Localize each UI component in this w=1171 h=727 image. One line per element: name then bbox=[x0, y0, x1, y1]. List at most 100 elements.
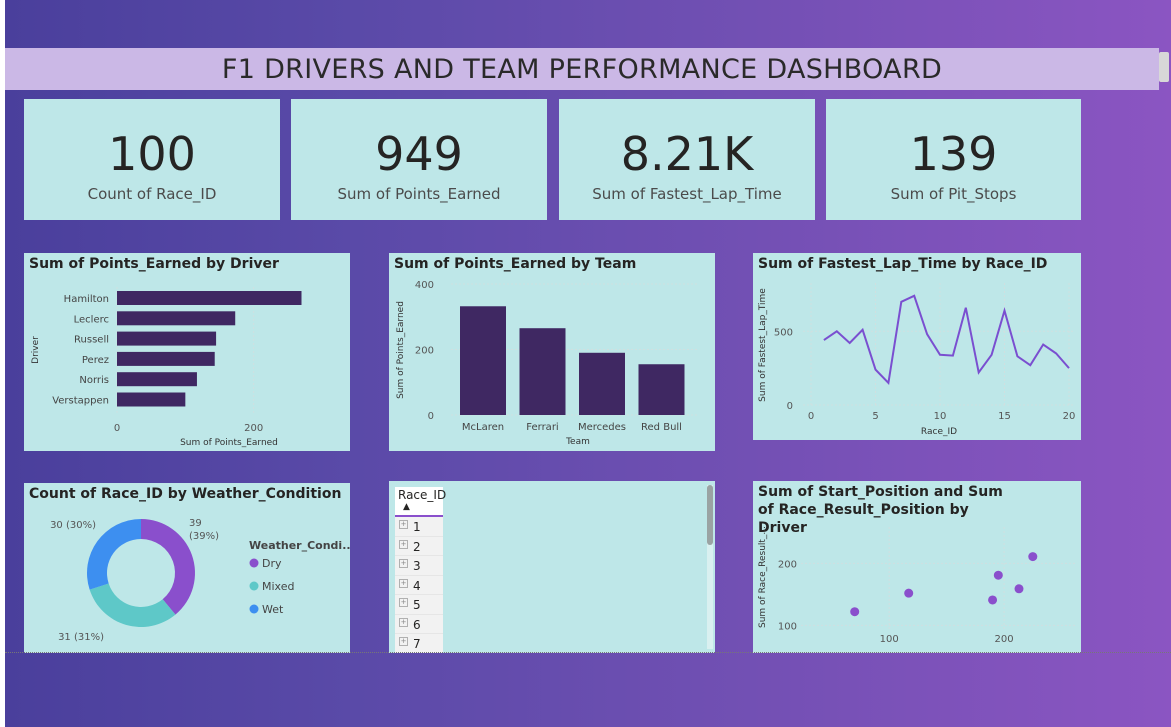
table-cell: 2 bbox=[413, 539, 421, 554]
table-cell: 7 bbox=[413, 637, 421, 651]
x-tick-label: 0 bbox=[808, 411, 814, 422]
table-header-label: Race_ID bbox=[398, 488, 447, 502]
kpi-value: 100 bbox=[108, 127, 196, 181]
kpi-value: 8.21K bbox=[620, 127, 754, 181]
category-label: Norris bbox=[79, 375, 109, 386]
scatter-point bbox=[993, 570, 1003, 580]
table-header[interactable]: Race_ID ▲ bbox=[395, 487, 447, 517]
bar bbox=[117, 351, 215, 366]
bar bbox=[519, 328, 566, 415]
kpi-card-race-count[interactable]: 100 Count of Race_ID bbox=[24, 99, 280, 220]
kpi-card-pit-stops-sum[interactable]: 139 Sum of Pit_Stops bbox=[826, 99, 1081, 220]
table-cell: 4 bbox=[413, 578, 421, 593]
table-row[interactable]: +1 bbox=[395, 517, 443, 537]
legend-marker bbox=[249, 558, 259, 568]
x-tick-label: 10 bbox=[934, 411, 947, 422]
category-label: Perez bbox=[82, 355, 109, 366]
category-label: Mercedes bbox=[578, 422, 626, 433]
kpi-value: 949 bbox=[375, 127, 463, 181]
title-banner: F1 DRIVERS AND TEAM PERFORMANCE DASHBOAR… bbox=[5, 48, 1159, 90]
scrollbar-thumb[interactable] bbox=[1159, 52, 1169, 82]
scatter-point bbox=[1014, 584, 1024, 594]
position-scatter-panel[interactable]: Sum of Start_Position and Sum of Race_Re… bbox=[753, 481, 1081, 653]
legend-label: Dry bbox=[262, 557, 282, 570]
table-scrollbar-thumb[interactable] bbox=[707, 485, 713, 545]
kpi-value: 139 bbox=[909, 127, 998, 181]
y-tick-label: 500 bbox=[774, 327, 793, 338]
x-axis-label: Sum of Points_Earned bbox=[180, 438, 278, 448]
expand-icon[interactable]: + bbox=[399, 617, 408, 627]
expand-icon[interactable]: + bbox=[399, 637, 408, 646]
y-tick-label: 100 bbox=[778, 621, 797, 632]
table-cell: 1 bbox=[413, 520, 421, 534]
category-label: Red Bull bbox=[641, 422, 682, 433]
x-tick-label: 200 bbox=[244, 423, 263, 434]
bar bbox=[117, 392, 186, 407]
x-axis-label: Race_ID bbox=[921, 427, 957, 437]
category-label: Verstappen bbox=[52, 396, 109, 407]
canvas-divider bbox=[5, 652, 1171, 653]
table-row[interactable]: +3 bbox=[395, 556, 443, 576]
y-tick-label: 0 bbox=[787, 401, 793, 412]
weather-chart-panel[interactable]: Count of Race_ID by Weather_Condition 39… bbox=[24, 483, 350, 653]
table-row[interactable]: +2 bbox=[395, 536, 443, 556]
kpi-label: Sum of Pit_Stops bbox=[890, 185, 1017, 203]
kpi-card-points-sum[interactable]: 949 Sum of Points_Earned bbox=[291, 99, 547, 220]
x-tick-label: 15 bbox=[998, 411, 1011, 422]
page-title: F1 DRIVERS AND TEAM PERFORMANCE DASHBOAR… bbox=[221, 54, 943, 85]
series-line bbox=[823, 294, 1070, 386]
bar bbox=[117, 311, 236, 326]
y-tick-label: 200 bbox=[415, 346, 434, 357]
expand-icon[interactable]: + bbox=[399, 559, 408, 568]
team-points-chart-panel[interactable]: Sum of Points_Earned by Team 0 200 400 McLa… bbox=[389, 253, 715, 451]
category-label: Leclerc bbox=[74, 314, 109, 325]
y-axis-label: Sum of Points_Earned bbox=[396, 301, 406, 399]
sort-ascending-icon[interactable]: ▲ bbox=[403, 502, 410, 512]
data-label: 30 (30%) bbox=[50, 520, 96, 531]
bar bbox=[117, 331, 217, 346]
x-tick-label: 200 bbox=[995, 634, 1014, 645]
y-axis-label: Sum of Race_Result_... bbox=[758, 526, 768, 628]
y-tick-label: 0 bbox=[428, 411, 434, 422]
bar bbox=[579, 352, 625, 415]
table-row[interactable]: +4 bbox=[395, 575, 443, 595]
scatter-point bbox=[850, 607, 860, 617]
lap-time-chart-panel[interactable]: Sum of Fastest_Lap_Time by Race_ID 0 500 0… bbox=[753, 253, 1081, 440]
legend-marker bbox=[249, 604, 259, 614]
y-tick-label: 200 bbox=[778, 559, 797, 570]
table-body: +1+2+3+4+5+6+7+8 bbox=[395, 517, 443, 653]
expand-icon[interactable]: + bbox=[399, 520, 408, 529]
driver-points-chart-panel[interactable]: Sum of Points_Earned by Driver 0 200 Hamil… bbox=[24, 253, 350, 451]
category-label: Russell bbox=[74, 335, 109, 346]
table-cell: 6 bbox=[413, 617, 421, 632]
expand-icon[interactable]: + bbox=[399, 539, 408, 549]
bar bbox=[117, 291, 302, 305]
bar bbox=[460, 306, 506, 415]
table-row[interactable]: +6 bbox=[395, 614, 443, 634]
category-label: Hamilton bbox=[64, 294, 109, 305]
table-cell: 5 bbox=[413, 598, 421, 612]
expand-icon[interactable]: + bbox=[399, 598, 408, 607]
race-id-table-panel[interactable]: Race_ID ▲ +1+2+3+4+5+6+7+8 bbox=[389, 481, 715, 653]
table-row[interactable]: +7 bbox=[395, 634, 443, 653]
legend-title: Weather_Condi... bbox=[249, 539, 350, 552]
data-label: 31 (31%) bbox=[58, 632, 104, 643]
category-label: McLaren bbox=[462, 422, 504, 433]
weather-donut-chart: 39 (39%) 31 (31%) 30 (30%) Weather_Condi... D… bbox=[50, 518, 350, 643]
team-points-bar-chart: 0 200 400 McLaren Ferrari Mercedes Red Bull Tea… bbox=[396, 280, 699, 447]
kpi-card-lap-time-sum[interactable]: 8.21K Sum of Fastest_Lap_Time bbox=[559, 99, 815, 220]
kpi-label: Sum of Fastest_Lap_Time bbox=[592, 185, 782, 203]
scatter-point bbox=[904, 588, 914, 598]
expand-icon[interactable]: + bbox=[399, 578, 408, 588]
x-tick-label: 20 bbox=[1063, 411, 1076, 422]
table-scrollbar[interactable] bbox=[707, 485, 713, 649]
y-axis-label: Sum of Fastest_Lap_Time bbox=[758, 288, 768, 402]
legend-marker bbox=[249, 581, 259, 591]
data-label-percent: (39%) bbox=[189, 531, 219, 542]
table-row[interactable]: +5 bbox=[395, 595, 443, 615]
x-tick-label: 0 bbox=[114, 423, 120, 434]
legend-label: Wet bbox=[262, 603, 284, 616]
pie-slice bbox=[89, 583, 176, 627]
y-axis-label: Driver bbox=[31, 336, 41, 364]
x-tick-label: 100 bbox=[880, 634, 899, 645]
